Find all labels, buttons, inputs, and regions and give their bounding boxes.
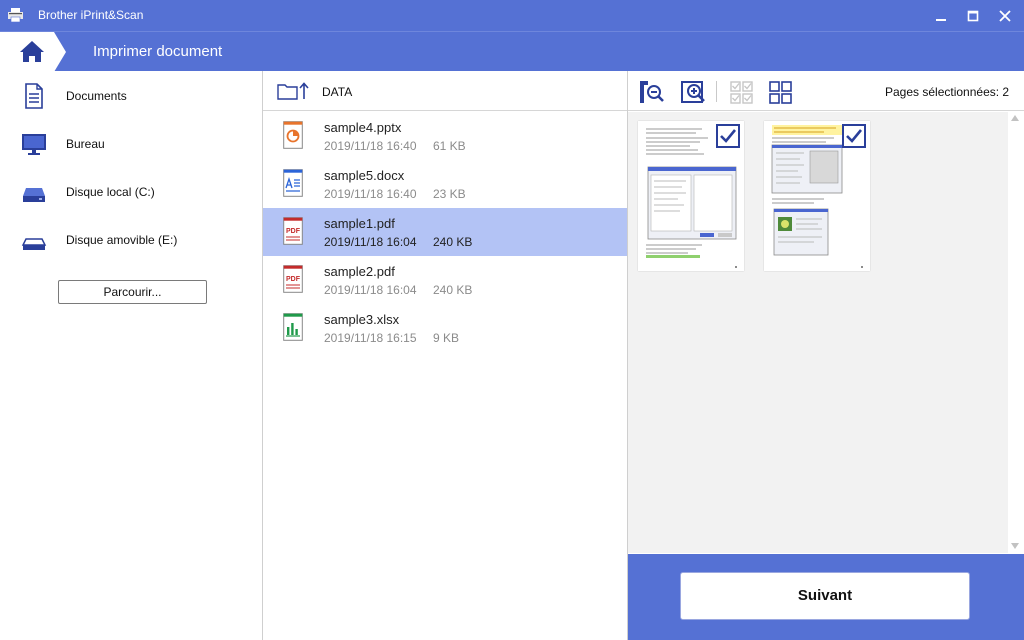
sidebar-item-label: Disque local (C:) [66,185,155,199]
file-name: sample3.xlsx [324,312,400,327]
title-bar: Brother iPrint&Scan [0,0,1024,31]
xlsx-file-icon [283,313,303,341]
page-thumbnail[interactable] [764,121,870,271]
file-size: 9 KB [433,331,460,345]
page-select-checkbox[interactable] [716,124,740,148]
file-name: sample5.docx [324,168,405,183]
file-date: 2019/11/18 16:40 [324,187,417,201]
close-button[interactable] [988,0,1022,31]
file-list-panel: DATA sample4.pptx 2019/11/18 16:40 61 KB… [263,71,628,640]
page-thumbnail[interactable] [638,121,744,271]
preview-panel: Pages sélectionnées: 2 Suivant [628,71,1024,640]
svg-text:PDF: PDF [286,228,301,235]
file-row[interactable]: sample5.docx 2019/11/18 16:40 23 KB [263,160,627,208]
select-all-pages-icon [730,81,753,104]
sidebar-item-documents[interactable]: Documents [0,71,262,119]
checkmark-icon [846,129,863,143]
preview-toolbar: Pages sélectionnées: 2 [628,71,1024,111]
document-icon [25,83,43,109]
file-date: 2019/11/18 16:15 [324,331,417,345]
file-size: 23 KB [433,187,466,201]
file-size: 240 KB [433,283,473,297]
folder-name: DATA [322,85,353,99]
checkmark-icon [720,129,737,143]
file-name: sample1.pdf [324,216,395,231]
location-sidebar: Documents Bureau Disque local (C:) Disqu… [0,71,263,640]
sidebar-item-label: Documents [66,89,127,103]
zoom-out-icon[interactable] [639,79,665,105]
toolbar-separator [716,81,717,102]
minimize-icon [936,19,946,21]
hard-drive-icon [23,188,45,202]
page-select-checkbox[interactable] [842,124,866,148]
maximize-button[interactable] [956,0,990,31]
file-row[interactable]: sample3.xlsx 2019/11/18 16:15 9 KB [263,304,627,352]
zoom-in-icon[interactable] [680,79,706,105]
close-icon [999,10,1011,22]
pptx-file-icon [283,121,303,149]
pdf-file-icon: PDF [283,265,303,293]
file-row[interactable]: sample4.pptx 2019/11/18 16:40 61 KB [263,112,627,160]
browse-button[interactable]: Parcourir... [58,280,207,304]
sidebar-item-bureau[interactable]: Bureau [0,119,262,167]
sidebar-item-removable-disk[interactable]: Disque amovible (E:) [0,215,262,263]
pdf-file-icon: PDF [283,217,303,245]
sidebar-item-label: Disque amovible (E:) [66,233,178,247]
page-preview-area [628,112,1008,553]
file-date: 2019/11/18 16:04 [324,235,417,249]
file-name: sample2.pdf [324,264,395,279]
folder-up-icon[interactable] [277,82,309,100]
file-size: 240 KB [433,235,473,249]
monitor-icon [22,134,46,155]
maximize-icon [967,10,979,22]
file-name: sample4.pptx [324,120,402,135]
file-date: 2019/11/18 16:40 [324,139,417,153]
docx-file-icon [283,169,303,197]
sidebar-item-local-disk[interactable]: Disque local (C:) [0,167,262,215]
removable-drive-icon [21,238,47,250]
folder-path-bar: DATA [263,71,627,111]
next-button[interactable]: Suivant [680,572,970,620]
scroll-down-arrow-icon[interactable] [1010,542,1020,550]
sidebar-item-label: Bureau [66,137,105,151]
home-button[interactable] [0,32,70,72]
page-header: Imprimer document [0,31,1024,72]
pages-selected-count: Pages sélectionnées: 2 [885,85,1010,99]
window-title: Brother iPrint&Scan [38,8,144,22]
action-bar: Suivant [628,554,1024,640]
file-size: 61 KB [433,139,466,153]
scroll-up-arrow-icon[interactable] [1010,114,1020,122]
file-row-selected[interactable]: PDF sample1.pdf 2019/11/18 16:04 240 KB [263,208,627,256]
file-date: 2019/11/18 16:04 [324,283,417,297]
minimize-button[interactable] [924,0,958,31]
grid-view-icon[interactable] [768,79,794,105]
svg-text:PDF: PDF [286,276,301,283]
file-row[interactable]: PDF sample2.pdf 2019/11/18 16:04 240 KB [263,256,627,304]
page-title: Imprimer document [93,43,223,60]
printer-app-icon [8,8,23,22]
